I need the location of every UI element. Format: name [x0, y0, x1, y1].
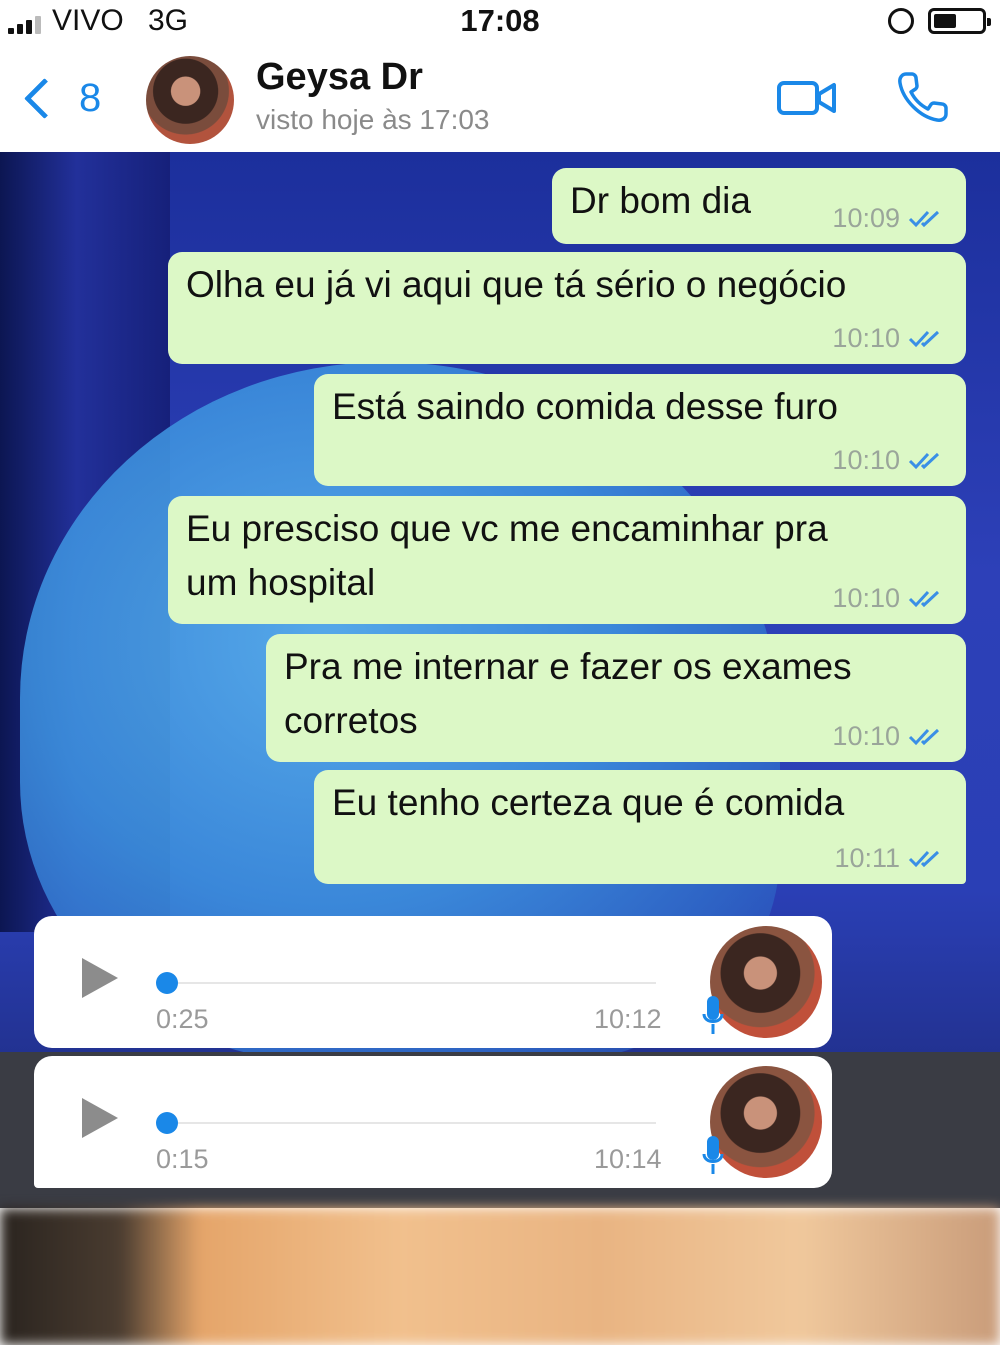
message-text: Olha eu já vi aqui que tá sério o negóci… — [186, 264, 847, 305]
contact-name[interactable]: Geysa Dr — [256, 56, 423, 99]
phone-icon[interactable] — [894, 68, 952, 126]
message-text-line2: corretos — [284, 700, 418, 741]
message-meta: 10:10 — [832, 721, 944, 752]
play-icon[interactable] — [82, 958, 118, 998]
outgoing-message[interactable]: Eu tenho certeza que é comida 10:11 — [314, 770, 966, 884]
incoming-voice-message[interactable]: 0:15 10:14 — [34, 1056, 832, 1188]
double-check-icon — [908, 850, 940, 867]
message-time: 10:09 — [832, 203, 900, 233]
message-text: Eu tenho certeza que é comida — [332, 782, 845, 823]
incoming-voice-message[interactable]: 0:25 10:12 — [34, 916, 832, 1048]
message-meta: 10:11 — [834, 843, 944, 874]
outgoing-message[interactable]: Pra me internar e fazer os exames corret… — [266, 634, 966, 762]
contact-avatar[interactable] — [146, 56, 234, 144]
sender-avatar — [710, 926, 822, 1038]
playback-track[interactable] — [178, 1122, 656, 1124]
outgoing-message[interactable]: Eu presciso que vc me encaminhar pra um … — [168, 496, 966, 624]
double-check-icon — [908, 590, 940, 607]
outgoing-message[interactable]: Dr bom dia 10:09 — [552, 168, 966, 244]
playback-scrubber[interactable] — [156, 972, 178, 994]
chevron-left-icon — [23, 77, 66, 119]
sender-avatar — [710, 1066, 822, 1178]
message-meta: 10:10 — [832, 583, 944, 614]
message-time: 10:10 — [832, 323, 900, 353]
message-time: 10:10 — [832, 583, 900, 613]
double-check-icon — [908, 728, 940, 745]
message-meta: 10:10 — [832, 323, 944, 354]
outgoing-message[interactable]: Está saindo comida desse furo 10:10 — [314, 374, 966, 486]
voice-duration: 0:25 — [156, 1004, 209, 1034]
message-text-line1: Pra me internar e fazer os exames — [284, 646, 852, 687]
last-seen-status: visto hoje às 17:03 — [256, 104, 490, 135]
message-text-line2: um hospital — [186, 562, 376, 603]
double-check-icon — [908, 210, 940, 227]
microphone-icon — [702, 1136, 724, 1174]
double-check-icon — [908, 452, 940, 469]
voice-time: 10:14 — [594, 1144, 662, 1174]
message-time: 10:10 — [832, 721, 900, 751]
message-time: 10:10 — [832, 445, 900, 475]
chat-header: 8 Geysa Dr visto hoje às 17:03 — [0, 48, 1000, 153]
unread-count: 8 — [79, 75, 102, 120]
voice-duration: 0:15 — [156, 1144, 209, 1174]
message-text: Está saindo comida desse furo — [332, 386, 838, 427]
message-meta: 10:09 — [832, 203, 944, 234]
battery-icon — [928, 8, 991, 34]
play-icon[interactable] — [82, 1098, 118, 1138]
message-time: 10:11 — [834, 843, 900, 873]
playback-track[interactable] — [178, 982, 656, 984]
clock: 17:08 — [460, 3, 540, 38]
message-text: Dr bom dia — [570, 180, 751, 221]
voice-time: 10:12 — [594, 1004, 662, 1034]
rotation-lock-icon — [888, 8, 914, 34]
chat-area[interactable]: Dr bom dia 10:09 Olha eu já vi aqui que … — [0, 152, 1000, 1208]
microphone-icon — [702, 996, 724, 1034]
back-button[interactable]: 8 — [20, 70, 101, 126]
message-meta: 10:10 — [832, 445, 944, 476]
double-check-icon — [908, 330, 940, 347]
message-text-line1: Eu presciso que vc me encaminhar pra — [186, 508, 828, 549]
playback-scrubber[interactable] — [156, 1112, 178, 1134]
outgoing-message[interactable]: Olha eu já vi aqui que tá sério o negóci… — [168, 252, 966, 364]
blurred-photo-overlay — [0, 1208, 1000, 1345]
status-bar: VIVO 3G 17:08 — [0, 0, 1000, 48]
video-camera-icon[interactable] — [776, 78, 838, 118]
